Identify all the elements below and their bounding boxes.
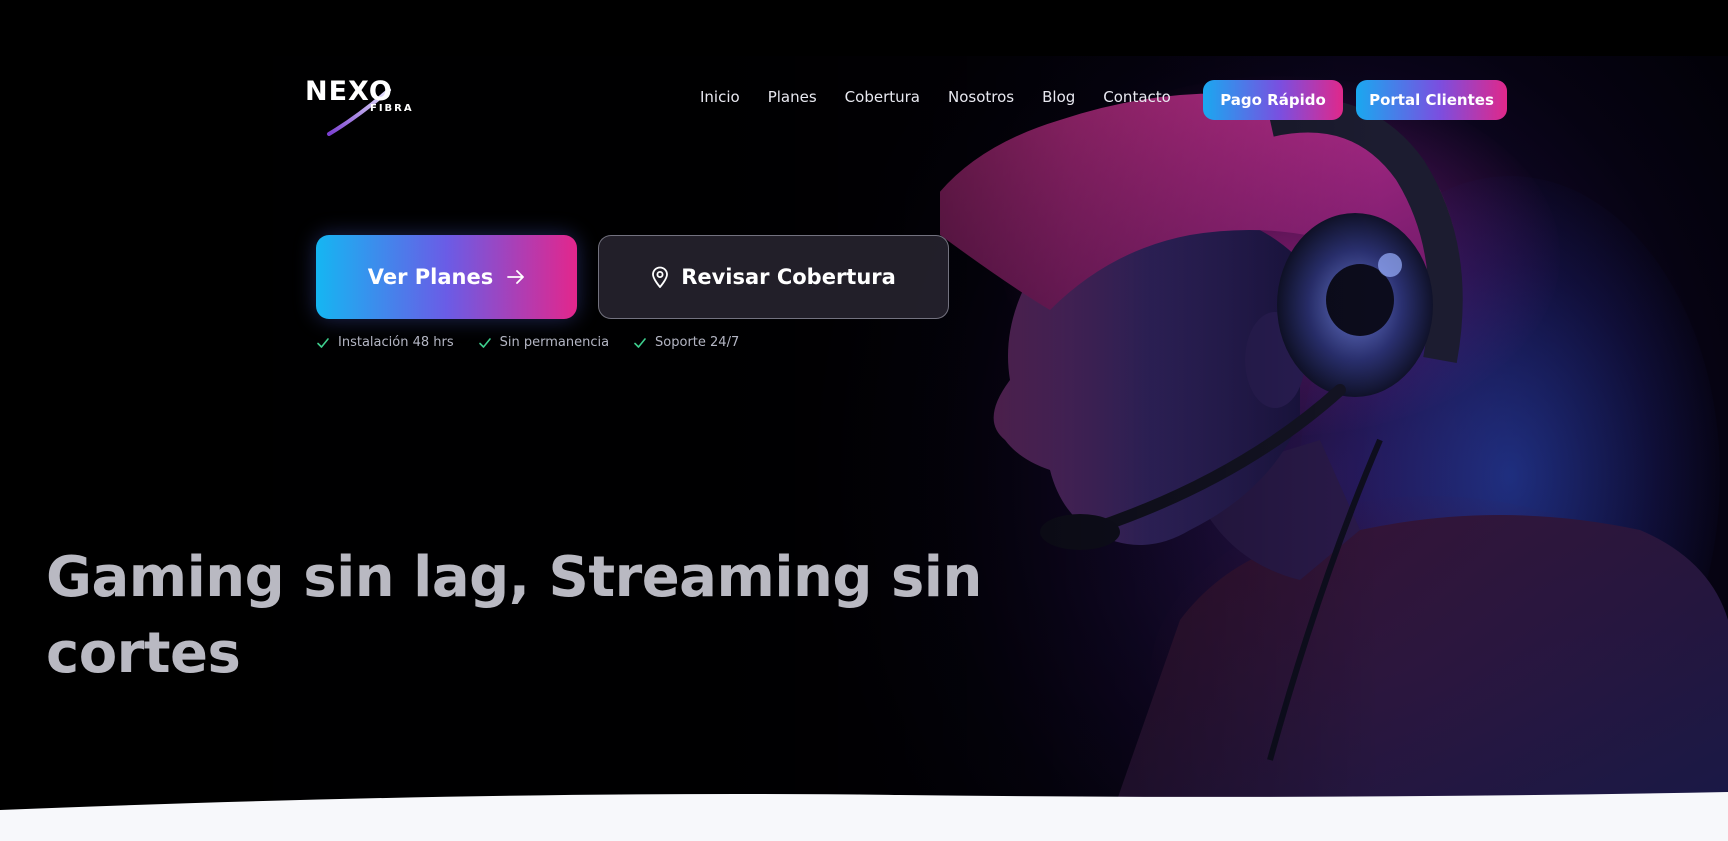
revisar-cobertura-button[interactable]: Revisar Cobertura xyxy=(598,235,949,319)
nav-item-cobertura[interactable]: Cobertura xyxy=(845,88,920,112)
logo-subtitle: FIBRA xyxy=(370,103,414,114)
arrow-right-icon xyxy=(507,270,525,284)
hero-left-shade xyxy=(0,56,1728,816)
check-icon xyxy=(634,337,646,348)
feature-item: Instalación 48 hrs xyxy=(316,335,454,350)
feature-label: Instalación 48 hrs xyxy=(338,335,454,350)
main-nav: Inicio Planes Cobertura Nosotros Blog Co… xyxy=(700,88,1171,112)
revisar-cobertura-label: Revisar Cobertura xyxy=(681,265,896,289)
feature-label: Sin permanencia xyxy=(499,335,610,350)
nav-item-inicio[interactable]: Inicio xyxy=(700,88,740,112)
check-icon xyxy=(317,337,329,348)
feature-item: Sin permanencia xyxy=(478,335,609,350)
map-pin-icon xyxy=(652,266,669,288)
feature-item: Soporte 24/7 xyxy=(633,335,739,350)
hero-headline: Gaming sin lag, Streaming sin cortes xyxy=(46,545,982,686)
ver-planes-button[interactable]: Ver Planes xyxy=(316,235,577,319)
nav-item-planes[interactable]: Planes xyxy=(768,88,817,112)
nav-item-contacto[interactable]: Contacto xyxy=(1103,88,1171,112)
hero-features: Instalación 48 hrs Sin permanencia Sopor… xyxy=(316,335,763,350)
top-bar xyxy=(0,0,1728,56)
portal-clientes-button[interactable]: Portal Clientes xyxy=(1356,80,1507,120)
brand-logo[interactable]: NEXO FIBRA xyxy=(305,76,431,136)
ver-planes-label: Ver Planes xyxy=(367,265,494,289)
pago-rapido-button[interactable]: Pago Rápido xyxy=(1203,80,1343,120)
section-wave-divider xyxy=(0,792,1728,841)
check-icon xyxy=(478,337,491,348)
feature-label: Soporte 24/7 xyxy=(655,335,740,350)
nav-item-blog[interactable]: Blog xyxy=(1042,88,1075,112)
nav-item-nosotros[interactable]: Nosotros xyxy=(948,88,1014,112)
